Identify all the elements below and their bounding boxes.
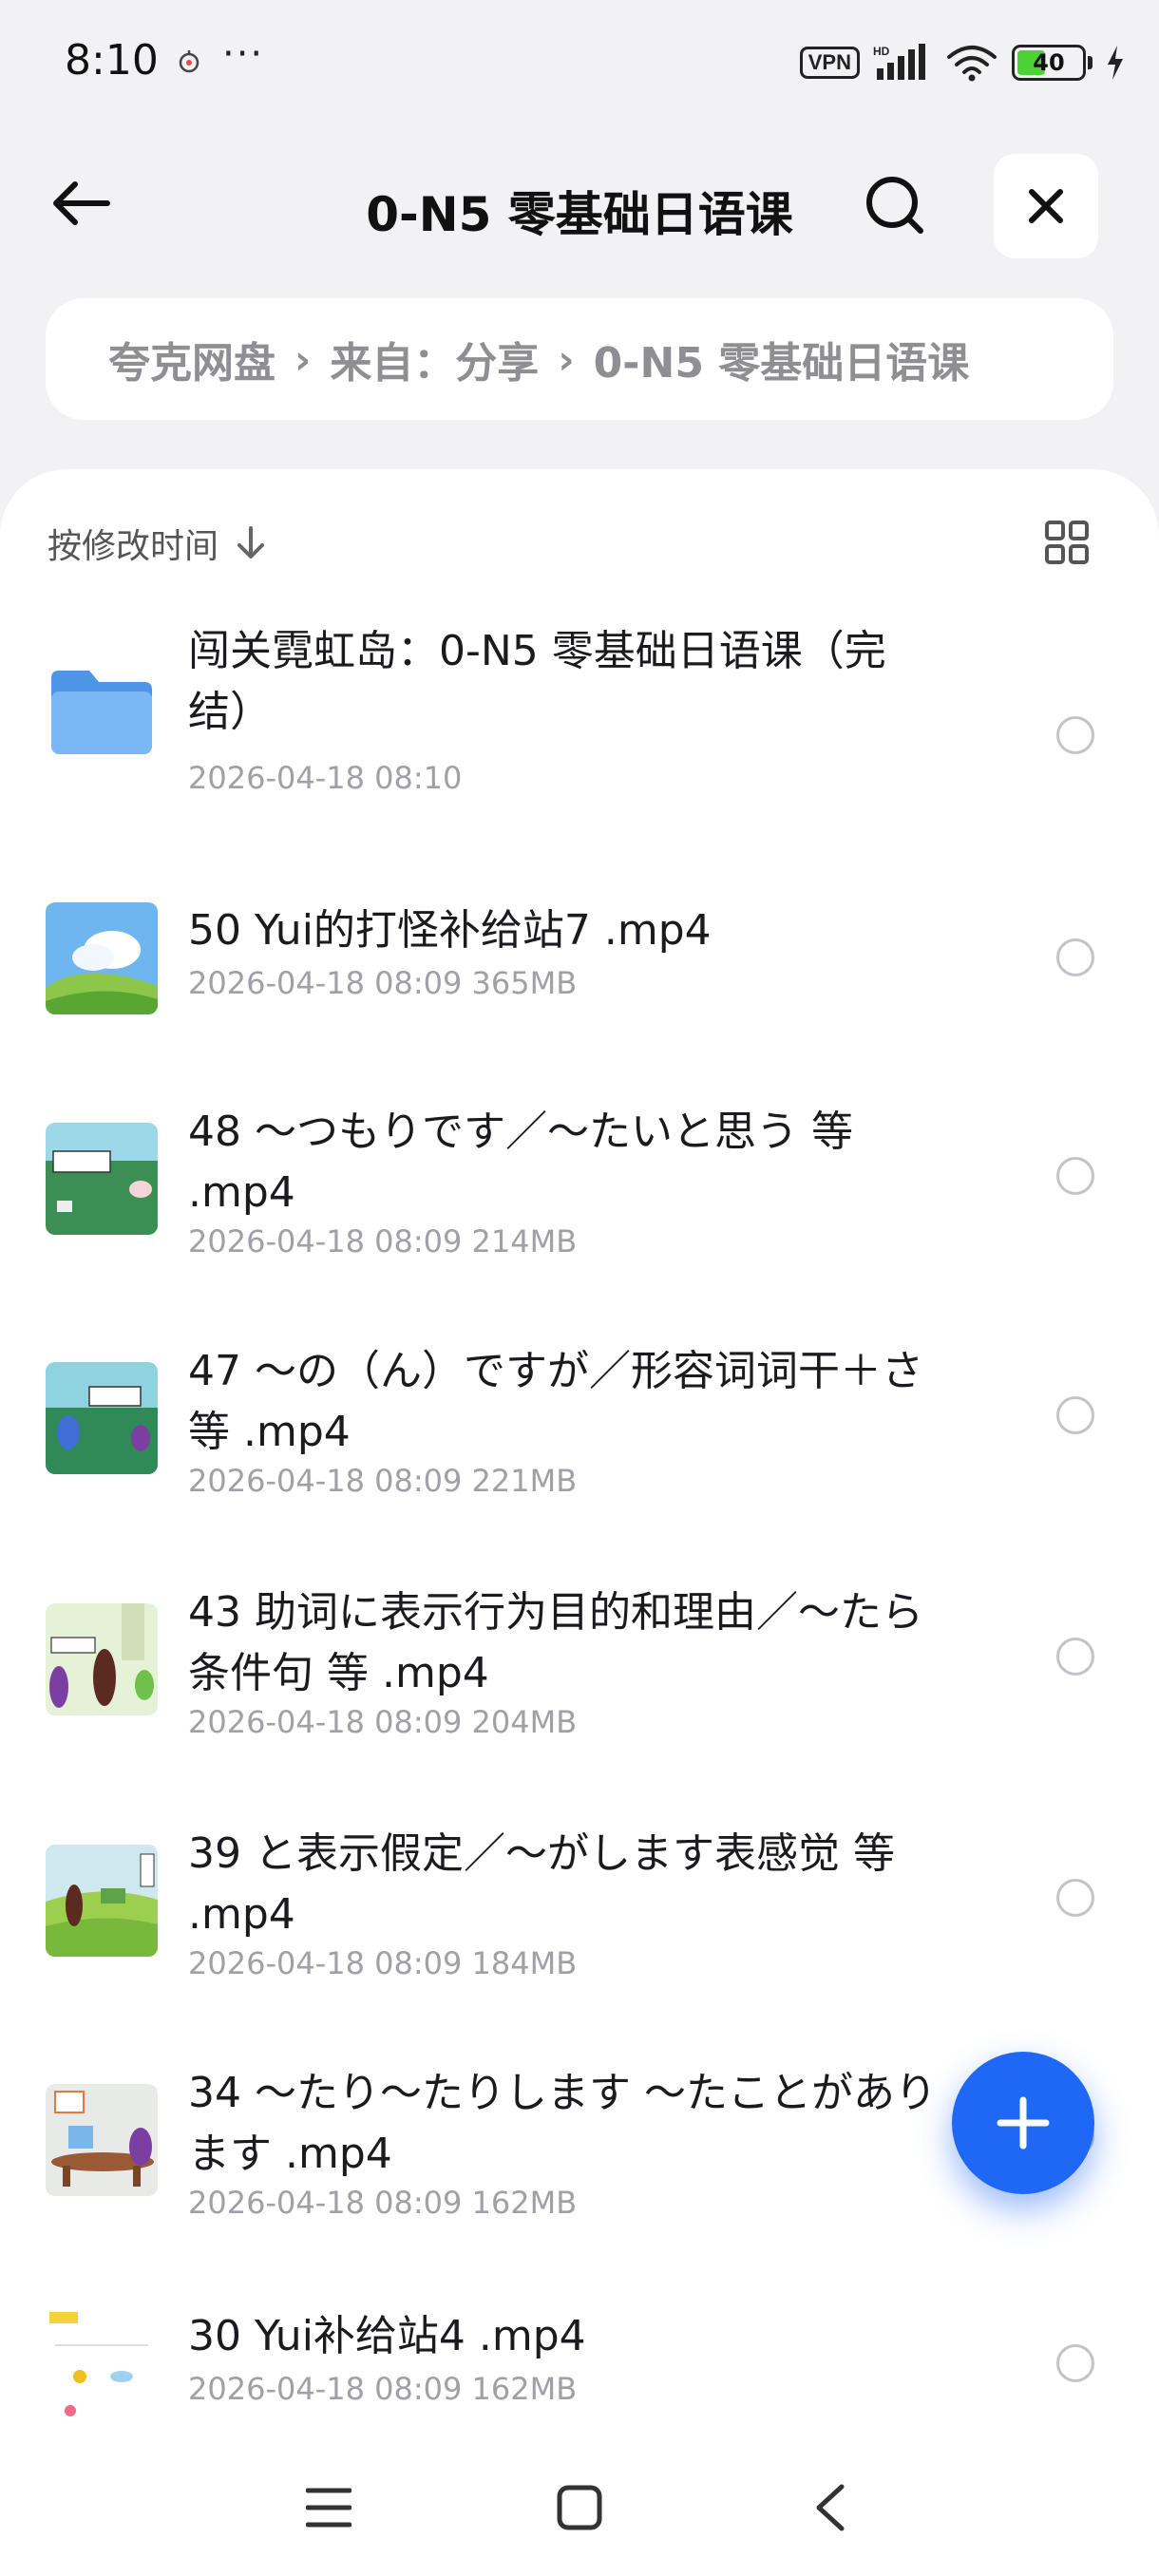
status-indicators: VPN HD 40 [799,42,1125,84]
select-radio[interactable] [1056,2344,1094,2382]
breadcrumb-item-shared[interactable]: 来自：分享 [330,329,539,389]
list-item[interactable]: 闯关霓虹岛：0-N5 零基础日语课（完结） 2026-04-18 08:10 [0,621,1159,802]
file-name: 闯关霓虹岛：0-N5 零基础日语课（完结） [188,627,886,736]
select-radio[interactable] [1056,1879,1094,1917]
list-item[interactable]: 39 と表示假定／～がします表感觉 等 .mp4 2026-04-18 08:0… [0,1824,1159,1981]
file-list-panel: 按修改时间 闯关霓虹岛：0-N5 零基础日语课（完结） 2026-04-18 0… [0,469,1159,2576]
status-time: 8:10 [65,36,159,85]
alarm-icon [179,50,200,73]
file-meta: 2026-04-18 08:09 204MB [188,1704,578,1740]
hd-label: HD [873,45,890,58]
file-meta: 2026-04-18 08:09 214MB [188,1223,578,1260]
list-item[interactable]: 43 助词に表示行为目的和理由／～たら条件句 等 .mp4 2026-04-18… [0,1582,1159,1740]
folder-icon [51,671,152,754]
video-thumbnail [46,1123,158,1235]
list-item[interactable]: 30 Yui补给站4 .mp4 2026-04-18 08:09 162MB [0,2306,1159,2420]
file-name: 50 Yui的打怪补给站7 .mp4 [188,906,712,955]
more-notifications-icon: ··· [222,32,265,76]
menu-icon [306,2488,352,2528]
file-meta: 2026-04-18 08:09 162MB [188,2371,578,2407]
file-meta: 2026-04-18 08:09 221MB [188,1463,578,1499]
back-chevron-icon [816,2484,845,2531]
status-bar: 8:10 ··· VPN HD 40 [0,0,1159,123]
system-nav-bar [0,2432,1159,2576]
sort-label: 按修改时间 [48,527,219,566]
file-name: 43 助词に表示行为目的和理由／～たら条件句 等 .mp4 [188,1588,923,1697]
home-square-icon [557,2485,602,2530]
list-item[interactable]: 50 Yui的打怪补给站7 .mp4 2026-04-18 08:09 365M… [0,900,1159,1014]
sort-button[interactable]: 按修改时间 [48,519,266,568]
select-radio[interactable] [1056,1396,1094,1434]
file-name: 34 ～たり～たりします ～たことがあります .mp4 [188,2069,937,2178]
video-thumbnail [46,2084,158,2196]
video-thumbnail [46,2306,158,2418]
file-name: 30 Yui补给站4 .mp4 [188,2312,586,2360]
breadcrumb-separator-icon: › [294,335,312,383]
grid-view-icon[interactable] [1043,519,1091,566]
breadcrumb-separator-icon: › [558,335,575,383]
close-icon [1029,189,1063,223]
breadcrumb: 夸克网盘 › 来自：分享 › 0-N5 零基础日语课 [46,298,1113,420]
header: 0-N5 零基础日语课 [0,142,1159,266]
recent-apps-button[interactable] [291,2470,367,2546]
select-radio[interactable] [1056,716,1094,754]
search-icon [866,177,923,234]
file-meta: 2026-04-18 08:09 162MB [188,2185,578,2221]
select-radio[interactable] [1056,1157,1094,1195]
video-thumbnail [46,1603,158,1715]
battery-icon: 40 [1012,45,1086,81]
wifi-icon [947,46,997,82]
file-name: 39 と表示假定／～がします表感觉 等 .mp4 [188,1829,895,1939]
add-button[interactable] [952,2052,1094,2194]
arrow-down-icon [238,526,265,559]
video-thumbnail [46,1845,158,1957]
vpn-badge: VPN [799,47,860,79]
list-item[interactable]: 47 ～の（ん）ですが／形容词词干＋さ 等 .mp4 2026-04-18 08… [0,1341,1159,1499]
video-thumbnail [46,1362,158,1474]
video-thumbnail [46,902,158,1014]
select-radio[interactable] [1056,938,1094,976]
battery-cap [1088,56,1092,69]
file-meta: 2026-04-18 08:09 184MB [188,1945,578,1981]
select-radio[interactable] [1056,1638,1094,1676]
file-meta: 2026-04-18 08:09 365MB [188,965,578,1001]
system-back-button[interactable] [792,2470,868,2546]
page-title: 0-N5 零基础日语课 [366,187,793,242]
file-name: 47 ～の（ん）ですが／形容词词干＋さ 等 .mp4 [188,1347,923,1456]
home-button[interactable] [542,2470,618,2546]
file-meta: 2026-04-18 08:10 [188,760,463,796]
breadcrumb-item-current[interactable]: 0-N5 零基础日语课 [594,329,970,389]
breadcrumb-item-root[interactable]: 夸克网盘 [108,329,276,389]
list-item[interactable]: 48 ～つもりです／～たいと思う 等 .mp4 2026-04-18 08:09… [0,1102,1159,1260]
search-button[interactable] [855,165,935,245]
plus-icon [997,2096,1050,2150]
close-button[interactable] [994,154,1098,258]
file-name: 48 ～つもりです／～たいと思う 等 .mp4 [188,1108,853,1217]
signal-icon: HD [873,44,925,80]
charging-icon [1108,46,1123,80]
battery-level: 40 [1033,49,1065,76]
